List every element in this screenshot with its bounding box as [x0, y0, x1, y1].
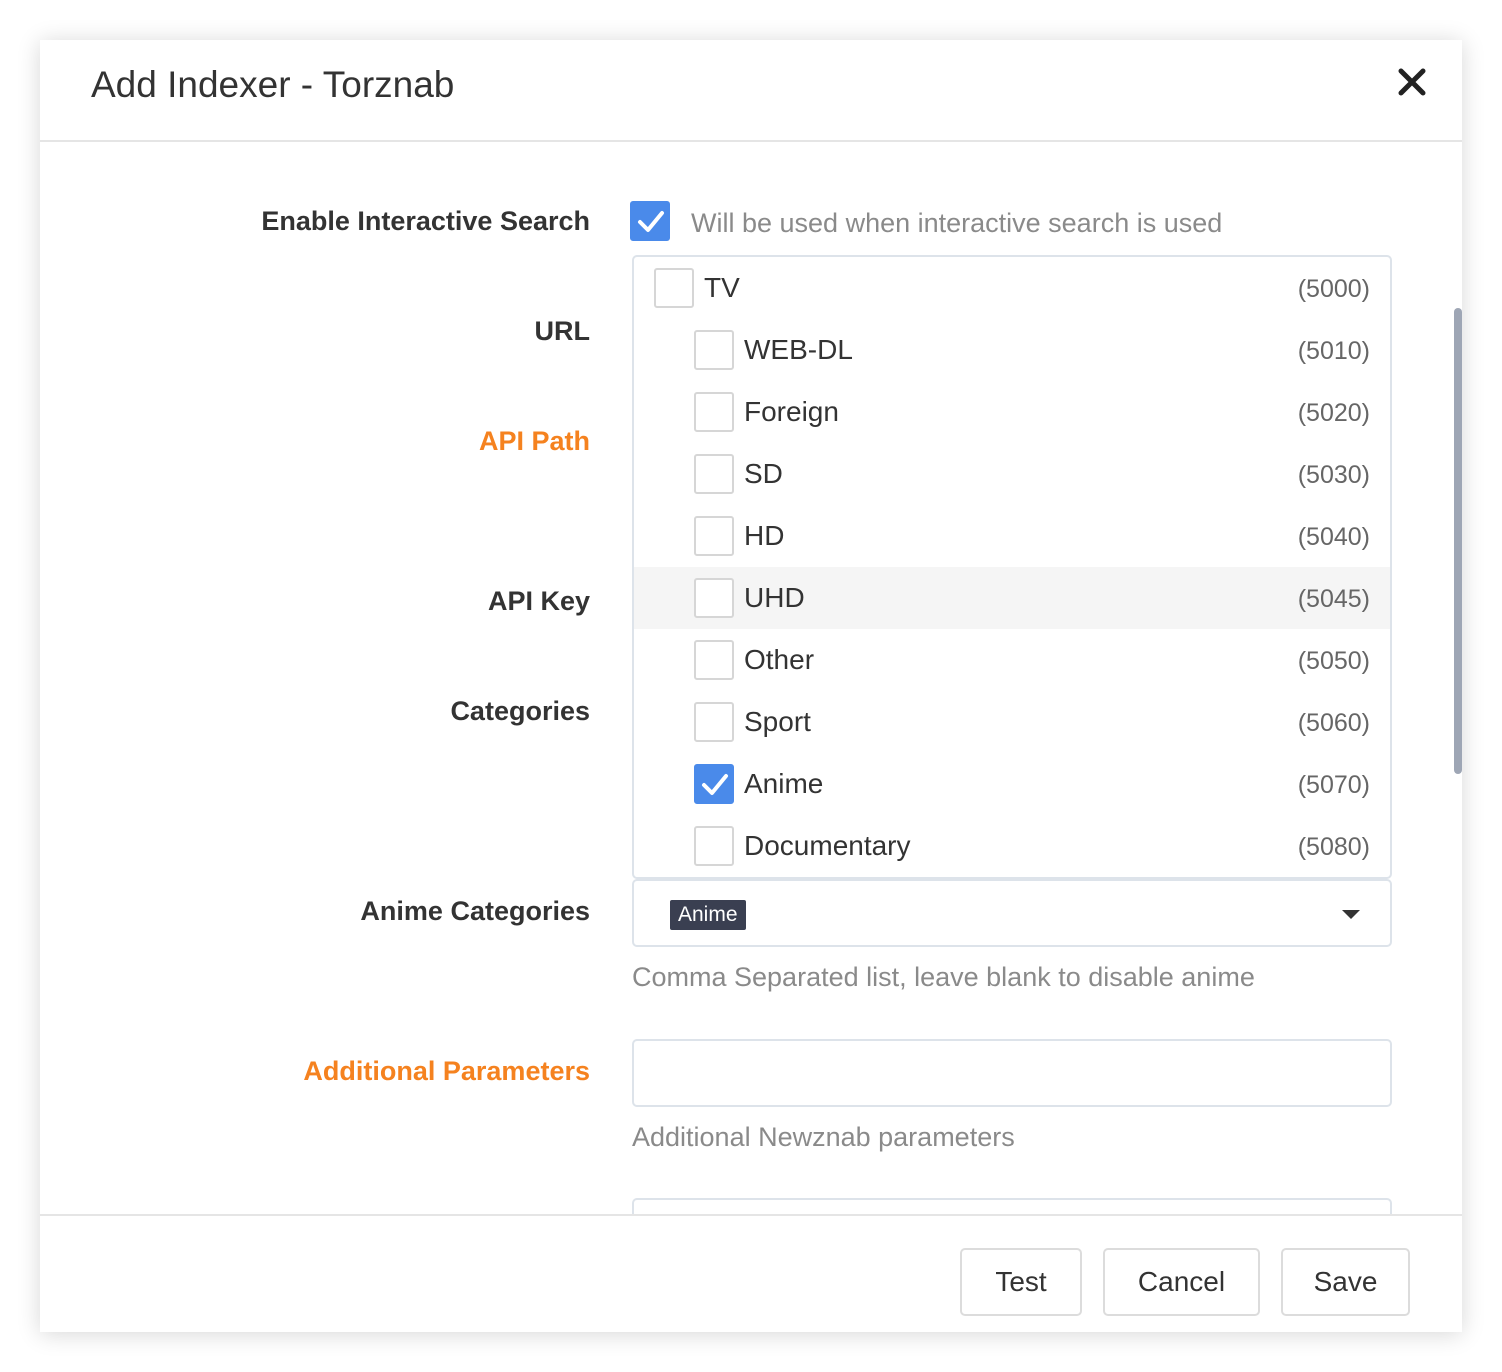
category-option[interactable]: HD (5040)	[634, 505, 1390, 567]
checkmark-icon	[702, 774, 728, 795]
modal-scrollbar[interactable]	[1454, 308, 1462, 774]
category-checkbox[interactable]	[694, 826, 734, 866]
category-id: (5020)	[1297, 399, 1370, 427]
category-checkbox[interactable]	[694, 454, 734, 494]
modal-title: Add Indexer - Torznab	[91, 64, 455, 105]
category-checkbox[interactable]	[694, 392, 734, 432]
category-id: (5050)	[1297, 647, 1370, 675]
category-checkbox[interactable]	[694, 640, 734, 680]
category-option[interactable]: Foreign (5020)	[634, 381, 1390, 443]
modal-body: Enable Interactive Search Will be used w…	[40, 144, 1462, 1214]
category-option[interactable]: SD (5030)	[634, 443, 1390, 505]
save-button[interactable]: Save	[1281, 1248, 1410, 1316]
category-name: Sport	[744, 706, 811, 737]
url-label: URL	[534, 316, 591, 346]
category-name: Documentary	[744, 830, 911, 861]
category-checkbox[interactable]	[694, 330, 734, 370]
categories-dropdown-panel[interactable]: TV (5000) WEB-DL (5010) Foreign (5020) SD (5030…	[632, 255, 1392, 879]
close-button[interactable]	[1392, 62, 1432, 102]
chevron-down-icon[interactable]	[1342, 910, 1360, 919]
category-name: UHD	[744, 582, 805, 613]
anime-category-tag[interactable]: Anime	[670, 900, 746, 930]
category-id: (5010)	[1297, 337, 1370, 365]
category-option[interactable]: TV (5000)	[634, 257, 1390, 319]
category-option[interactable]: Anime (5070)	[634, 753, 1390, 815]
api-path-label: API Path	[478, 426, 590, 456]
category-id: (5080)	[1297, 833, 1370, 861]
category-option[interactable]: UHD (5045)	[634, 567, 1390, 629]
category-checkbox[interactable]	[694, 516, 734, 556]
category-id: (5030)	[1297, 461, 1370, 489]
category-checkbox[interactable]	[694, 578, 734, 618]
category-name: HD	[744, 520, 785, 551]
category-name: SD	[744, 458, 783, 489]
category-id: (5000)	[1297, 275, 1370, 303]
add-indexer-modal: Add Indexer - Torznab Enable Interactive…	[40, 40, 1462, 1332]
enable-interactive-search-help: Will be used when interactive search is …	[691, 208, 1223, 238]
next-field-input[interactable]	[632, 1198, 1392, 1214]
category-name: WEB-DL	[744, 334, 853, 365]
api-key-label: API Key	[487, 586, 590, 616]
category-checkbox[interactable]	[694, 702, 734, 742]
test-button[interactable]: Test	[960, 1248, 1082, 1316]
category-name: Anime	[744, 768, 824, 799]
anime-categories-label: Anime Categories	[360, 896, 590, 926]
anime-categories-select[interactable]: Anime	[632, 879, 1392, 947]
close-icon	[1398, 68, 1426, 96]
category-name: Other	[744, 644, 815, 675]
checkmark-icon	[638, 211, 664, 232]
additional-parameters-label: Additional Parameters	[303, 1056, 590, 1086]
enable-interactive-search-label: Enable Interactive Search	[261, 206, 590, 236]
category-option[interactable]: WEB-DL (5010)	[634, 319, 1390, 381]
cancel-button[interactable]: Cancel	[1103, 1248, 1260, 1316]
category-option[interactable]: Documentary (5080)	[634, 815, 1390, 877]
category-name: Foreign	[744, 396, 839, 427]
additional-parameters-help: Additional Newznab parameters	[632, 1122, 1015, 1152]
modal-footer: Test Cancel Save	[40, 1214, 1462, 1332]
category-option[interactable]: Sport (5060)	[634, 691, 1390, 753]
category-id: (5070)	[1297, 771, 1370, 799]
category-name: TV	[704, 272, 740, 303]
category-checkbox[interactable]	[654, 268, 694, 308]
category-id: (5040)	[1297, 523, 1370, 551]
category-id: (5045)	[1297, 585, 1370, 613]
modal-header: Add Indexer - Torznab	[40, 40, 1462, 142]
additional-parameters-input[interactable]	[632, 1039, 1392, 1107]
category-checkbox[interactable]	[694, 764, 734, 804]
anime-categories-help: Comma Separated list, leave blank to dis…	[632, 962, 1255, 992]
category-option[interactable]: Other (5050)	[634, 629, 1390, 691]
categories-label: Categories	[450, 696, 590, 726]
category-id: (5060)	[1297, 709, 1370, 737]
enable-interactive-search-checkbox[interactable]	[630, 201, 670, 241]
